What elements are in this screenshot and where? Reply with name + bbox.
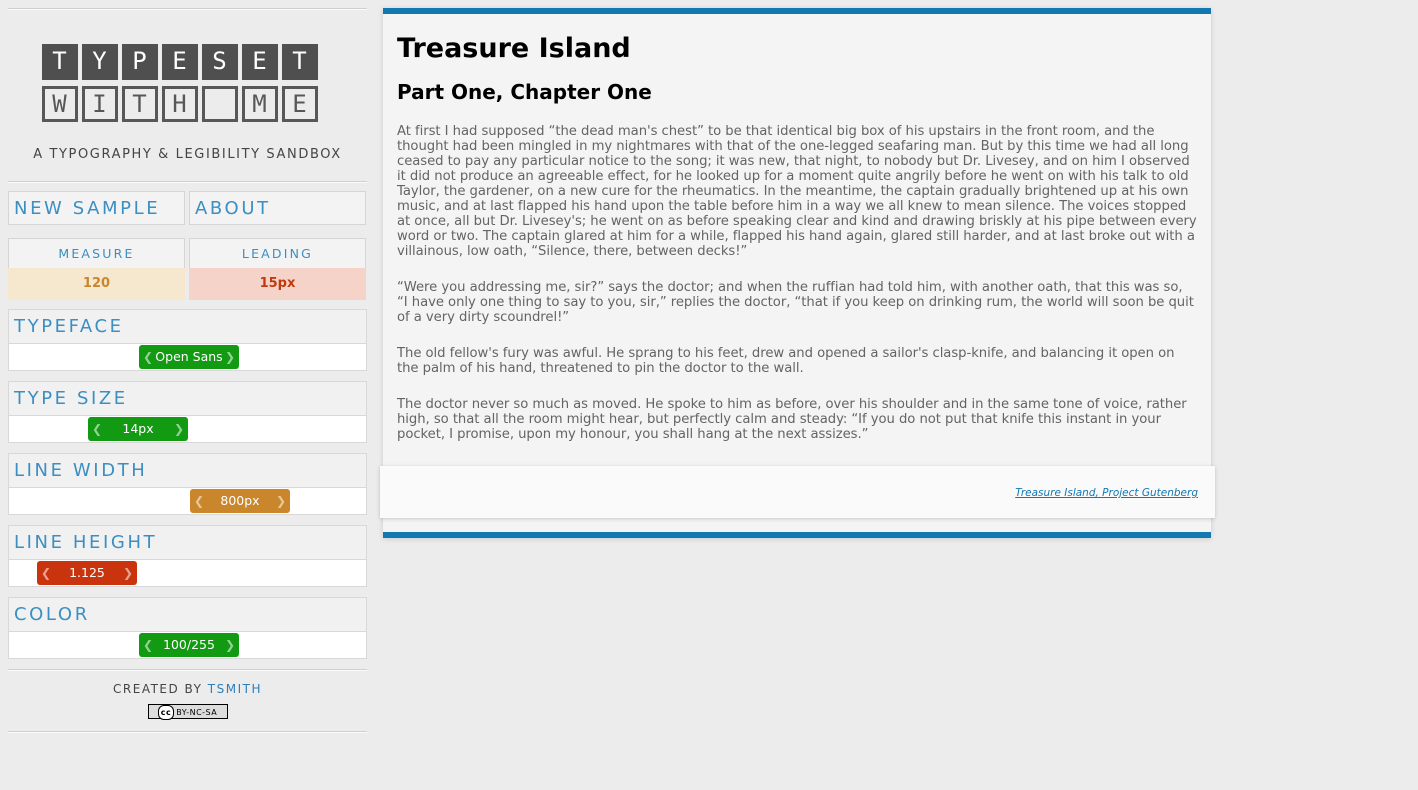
chevron-right-icon[interactable]: ❯ xyxy=(225,633,235,657)
color-track[interactable]: ❮ 100/255 ❯ xyxy=(8,631,367,659)
source-footer: Treasure Island, Project Gutenberg xyxy=(380,466,1215,518)
logo-tile: E xyxy=(241,44,278,80)
color-value: 100/255 xyxy=(163,637,215,652)
text-sample-panel: Treasure Island Part One, Chapter One At… xyxy=(380,8,1215,538)
color-control: COLOR ❮ 100/255 ❯ xyxy=(8,597,367,659)
logo-tile: E xyxy=(281,86,318,122)
stats-row: MEASURE 120 LEADING 15px xyxy=(8,238,367,300)
chevron-right-icon[interactable]: ❯ xyxy=(174,417,184,441)
typeface-slider[interactable]: ❮ Open Sans ❯ xyxy=(139,345,239,369)
paragraph: The doctor never so much as moved. He sp… xyxy=(397,397,1187,442)
source-link[interactable]: Treasure Island, Project Gutenberg xyxy=(1015,487,1198,499)
cc-icon: cc xyxy=(157,705,175,720)
line-width-label: LINE WIDTH xyxy=(8,453,367,487)
leading-stat: LEADING 15px xyxy=(189,238,366,300)
cc-license-badge[interactable]: cc BY-NC-SA xyxy=(147,704,228,720)
divider xyxy=(8,731,367,733)
measure-value: 120 xyxy=(8,268,185,300)
logo-tile: H xyxy=(161,86,198,122)
new-sample-button[interactable]: NEW SAMPLE xyxy=(8,191,185,225)
line-width-track[interactable]: ❮ 800px ❯ xyxy=(8,487,367,515)
logo: T Y P E S E T W I T H M E xyxy=(41,44,334,122)
divider xyxy=(8,181,367,183)
chevron-right-icon[interactable]: ❯ xyxy=(123,561,133,585)
paragraph: “Were you addressing me, sir?” says the … xyxy=(397,280,1194,325)
typeface-label: TYPEFACE xyxy=(8,309,367,343)
paragraph: The old fellow's fury was awful. He spra… xyxy=(397,346,1175,376)
paragraph: At first I had supposed “the dead man's … xyxy=(397,124,1197,259)
text-card: Treasure Island Part One, Chapter One At… xyxy=(383,8,1211,538)
typeface-track[interactable]: ❮ Open Sans ❯ xyxy=(8,343,367,371)
sidebar: T Y P E S E T W I T H M E A TYPOGRAPHY &… xyxy=(8,0,367,733)
typeface-value: Open Sans xyxy=(155,349,223,364)
type-size-label: TYPE SIZE xyxy=(8,381,367,415)
line-height-slider[interactable]: ❮ 1.125 ❯ xyxy=(37,561,137,585)
chevron-left-icon[interactable]: ❮ xyxy=(41,561,51,585)
logo-tile: P xyxy=(121,44,158,80)
logo-tile: I xyxy=(81,86,118,122)
chevron-left-icon[interactable]: ❮ xyxy=(194,489,204,513)
color-label: COLOR xyxy=(8,597,367,631)
chevron-left-icon[interactable]: ❮ xyxy=(143,345,153,369)
logo-row-1: T Y P E S E T xyxy=(41,44,334,80)
typeface-control: TYPEFACE ❮ Open Sans ❯ xyxy=(8,309,367,371)
line-width-value: 800px xyxy=(220,493,260,508)
license-text: BY-NC-SA xyxy=(176,708,218,717)
article: Treasure Island Part One, Chapter One At… xyxy=(383,14,1211,442)
measure-label: MEASURE xyxy=(8,238,185,268)
divider xyxy=(8,8,367,10)
color-slider[interactable]: ❮ 100/255 ❯ xyxy=(139,633,239,657)
logo-tile: E xyxy=(161,44,198,80)
chevron-right-icon[interactable]: ❯ xyxy=(276,489,286,513)
logo-tile: S xyxy=(201,44,238,80)
logo-tile: T xyxy=(121,86,158,122)
chapter-title: Part One, Chapter One xyxy=(397,80,652,104)
line-height-control: LINE HEIGHT ❮ 1.125 ❯ xyxy=(8,525,367,587)
divider xyxy=(8,669,367,671)
logo-tile-blank xyxy=(201,86,238,122)
story-title: Treasure Island xyxy=(397,33,631,64)
line-height-value: 1.125 xyxy=(69,565,105,580)
line-width-control: LINE WIDTH ❮ 800px ❯ xyxy=(8,453,367,515)
type-size-control: TYPE SIZE ❮ 14px ❯ xyxy=(8,381,367,443)
credit-prefix: CREATED BY xyxy=(113,682,208,696)
type-size-value: 14px xyxy=(122,421,154,436)
logo-tile: T xyxy=(281,44,318,80)
nav-row: NEW SAMPLE ABOUT xyxy=(8,191,367,225)
leading-value: 15px xyxy=(189,268,366,300)
about-button[interactable]: ABOUT xyxy=(189,191,366,225)
logo-tile: Y xyxy=(81,44,118,80)
logo-tile: T xyxy=(41,44,78,80)
type-size-track[interactable]: ❮ 14px ❯ xyxy=(8,415,367,443)
leading-label: LEADING xyxy=(189,238,366,268)
logo-row-2: W I T H M E xyxy=(41,86,334,122)
tagline: A TYPOGRAPHY & LEGIBILITY SANDBOX xyxy=(33,147,342,162)
logo-tile: M xyxy=(241,86,278,122)
line-height-track[interactable]: ❮ 1.125 ❯ xyxy=(8,559,367,587)
line-width-slider[interactable]: ❮ 800px ❯ xyxy=(190,489,290,513)
logo-tile: W xyxy=(41,86,78,122)
line-height-label: LINE HEIGHT xyxy=(8,525,367,559)
author-link[interactable]: TSMITH xyxy=(208,682,262,696)
chevron-left-icon[interactable]: ❮ xyxy=(92,417,102,441)
chevron-left-icon[interactable]: ❮ xyxy=(143,633,153,657)
chevron-right-icon[interactable]: ❯ xyxy=(225,345,235,369)
credit: CREATED BY TSMITH xyxy=(8,682,367,696)
measure-stat: MEASURE 120 xyxy=(8,238,185,300)
type-size-slider[interactable]: ❮ 14px ❯ xyxy=(88,417,188,441)
